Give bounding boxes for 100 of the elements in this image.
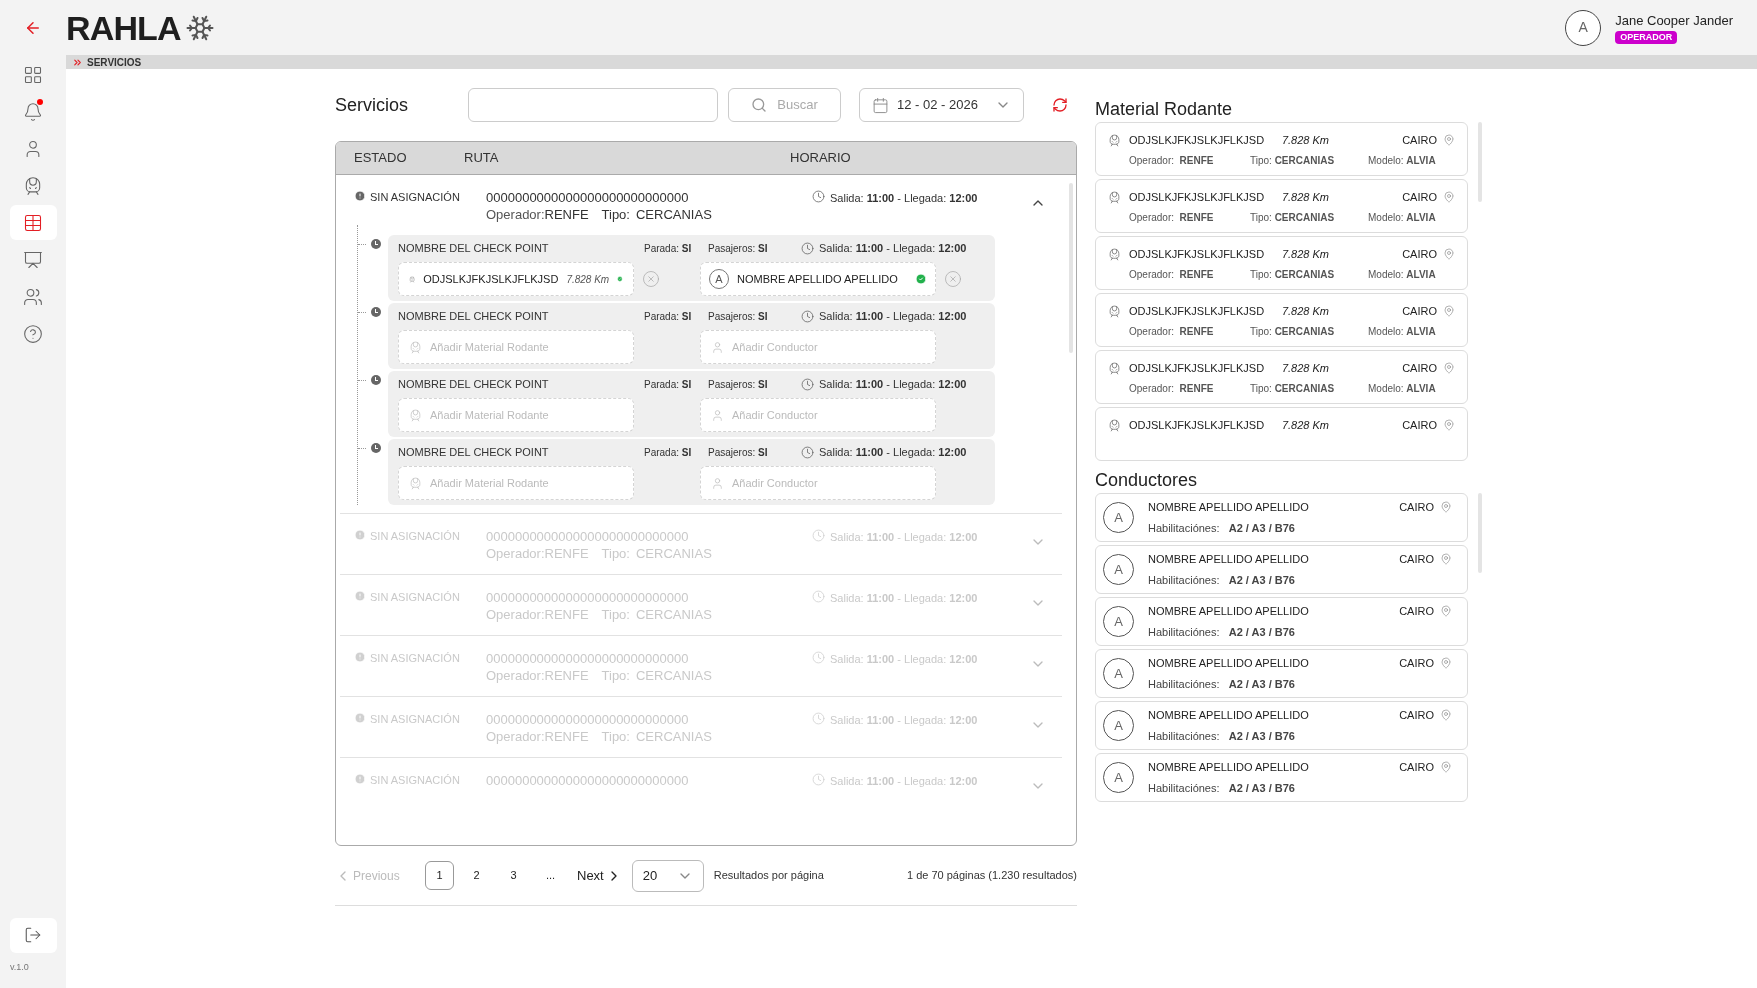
checkpoint-name: NOMBRE DEL CHECK POINT <box>398 444 550 460</box>
material-code: ODJSLKJFKJSLKJFLKJSD <box>423 271 559 287</box>
city-text: CAIRO <box>1402 304 1437 319</box>
material-card[interactable]: ODJSLKJFKJSLKJFLKJSD 7.828 Km CAIRO Operador: RENFE Tipo: CERCANIAS Modelo: ALVIA <box>1095 350 1468 404</box>
operator-label: Operador: <box>486 206 545 223</box>
city-text: CAIRO <box>1402 190 1437 205</box>
version-label: v.1.0 <box>10 960 29 974</box>
placeholder-text: Añadir Material Rodante <box>430 407 549 423</box>
page-button[interactable]: 3 <box>499 861 528 890</box>
operator-text: Operador: RENFE <box>1129 324 1215 339</box>
city-text: CAIRO <box>1399 707 1434 723</box>
checkpoint-name: NOMBRE DEL CHECK POINT <box>398 308 550 324</box>
licenses-text: Habilitaciónes: A2 / A3 / B76 <box>1148 625 1296 640</box>
operator-value: RENFE <box>544 206 590 223</box>
licenses-text: Habilitaciónes: A2 / A3 / B76 <box>1148 677 1296 692</box>
city-text: CAIRO <box>1402 247 1437 262</box>
stop-text: Parada: SI <box>644 241 693 256</box>
driver-card[interactable]: A NOMBRE APELLIDO APELLIDO CAIRO Habilitaciónes: A2 / A3 / B76 <box>1095 597 1468 646</box>
stop-text: Parada: SI <box>644 445 693 460</box>
driver-card[interactable]: A NOMBRE APELLIDO APELLIDO CAIRO Habilitaciónes: A2 / A3 / B76 <box>1095 649 1468 698</box>
results-summary: 1 de 70 páginas (1.230 resultados) <box>907 868 1077 884</box>
material-card[interactable]: ODJSLKJFKJSLKJFLKJSD 7.828 Km CAIRO <box>1095 407 1468 461</box>
schedule-text: Salida: 11:00 - Llegada: 12:00 <box>819 444 967 460</box>
page-size-select[interactable]: 20 <box>631 859 704 892</box>
type-text: Tipo: CERCANIAS <box>1250 267 1336 282</box>
date-picker[interactable]: 12 - 02 - 2026 <box>859 88 1024 122</box>
placeholder-text: Añadir Conductor <box>732 475 818 491</box>
model-text: Modelo: ALVIA <box>1368 210 1436 225</box>
passengers-text: Pasajeros: SI <box>708 241 769 256</box>
material-card[interactable]: ODJSLKJFKJSLKJFLKJSD 7.828 Km CAIRO Operador: RENFE Tipo: CERCANIAS Modelo: ALVIA <box>1095 236 1468 290</box>
route-code: 0000000000000000000000000000 <box>486 189 690 206</box>
material-code: ODJSLKJFKJSLKJFLKJSD <box>1129 247 1266 262</box>
column-header: RUTA <box>464 149 500 168</box>
driver-name: NOMBRE APELLIDO APELLIDO <box>1148 499 1310 515</box>
placeholder-text: Añadir Conductor <box>732 339 818 355</box>
operator-text: Operador: RENFE <box>1129 153 1215 168</box>
licenses-text: Habilitaciónes: A2 / A3 / B76 <box>1148 573 1296 588</box>
material-card[interactable]: ODJSLKJFKJSLKJFLKJSD 7.828 Km CAIRO Operador: RENFE Tipo: CERCANIAS Modelo: ALVIA <box>1095 179 1468 233</box>
stop-text: Parada: SI <box>644 377 693 392</box>
panel-title: Material Rodante <box>1095 98 1234 121</box>
distance-text: 7.828 Km <box>1280 247 1329 262</box>
schedule-text: Salida: 11:00 - Llegada: 12:00 <box>819 376 967 392</box>
assigned-material-field[interactable]: ODJSLKJFKJSLKJFLKJSD 7.828 Km <box>398 262 634 296</box>
status-text: SIN ASIGNACIÓN <box>370 190 460 205</box>
licenses-text: Habilitaciónes: A2 / A3 / B76 <box>1148 781 1296 796</box>
page-button[interactable]: 1 <box>425 861 454 890</box>
model-text: Modelo: ALVIA <box>1368 267 1436 282</box>
city-text: CAIRO <box>1399 551 1434 567</box>
driver-card[interactable]: A NOMBRE APELLIDO APELLIDO CAIRO Habilitaciónes: A2 / A3 / B76 <box>1095 701 1468 750</box>
page-size-label: Resultados por página <box>713 868 824 884</box>
breadcrumb-text: SERVICIOS <box>87 55 142 70</box>
type-value: CERCANIAS <box>635 206 712 223</box>
operator-text: Operador: RENFE <box>1129 381 1215 396</box>
checkpoint-name: NOMBRE DEL CHECK POINT <box>398 376 550 392</box>
placeholder-text: Añadir Material Rodante <box>430 339 549 355</box>
material-code: ODJSLKJFKJSLKJFLKJSD <box>1129 133 1266 148</box>
distance-text: 7.828 Km <box>1280 190 1329 205</box>
city-text: CAIRO <box>1399 603 1434 619</box>
material-code: ODJSLKJFKJSLKJFLKJSD <box>1129 190 1266 205</box>
placeholder-text: Añadir Material Rodante <box>430 475 549 491</box>
schedule-text: Salida: 11:00 - Llegada: 12:00 <box>819 308 967 324</box>
checkpoint-name: NOMBRE DEL CHECK POINT <box>398 240 550 256</box>
passengers-text: Pasajeros: SI <box>708 377 769 392</box>
panel-title: Conductores <box>1095 469 1199 492</box>
driver-card[interactable]: A NOMBRE APELLIDO APELLIDO CAIRO Habilitaciónes: A2 / A3 / B76 <box>1095 493 1468 542</box>
distance-text: 7.828 Km <box>1280 133 1329 148</box>
assigned-driver-field[interactable]: A NOMBRE APELLIDO APELLIDO <box>700 262 936 296</box>
licenses-text: Habilitaciónes: A2 / A3 / B76 <box>1148 729 1296 744</box>
operator-text: Operador: RENFE <box>1129 210 1215 225</box>
model-text: Modelo: ALVIA <box>1368 324 1436 339</box>
driver-name: NOMBRE APELLIDO APELLIDO <box>1148 603 1310 619</box>
stop-text: Parada: SI <box>644 309 693 324</box>
city-text: CAIRO <box>1399 759 1434 775</box>
material-code: ODJSLKJFKJSLKJFLKJSD <box>1129 304 1266 319</box>
page-button[interactable]: 2 <box>462 861 491 890</box>
city-text: CAIRO <box>1402 133 1437 148</box>
driver-card[interactable]: A NOMBRE APELLIDO APELLIDO CAIRO Habilitaciónes: A2 / A3 / B76 <box>1095 753 1468 802</box>
driver-name: NOMBRE APELLIDO APELLIDO <box>1148 655 1310 671</box>
distance-text: 7.828 Km <box>566 272 610 287</box>
type-text: Tipo: CERCANIAS <box>1250 210 1336 225</box>
material-card[interactable]: ODJSLKJFKJSLKJFLKJSD 7.828 Km CAIRO Operador: RENFE Tipo: CERCANIAS Modelo: ALVIA <box>1095 293 1468 347</box>
driver-name: NOMBRE APELLIDO APELLIDO <box>1148 551 1310 567</box>
material-card[interactable]: ODJSLKJFKJSLKJFLKJSD 7.828 Km CAIRO Operador: RENFE Tipo: CERCANIAS Modelo: ALVIA <box>1095 122 1468 176</box>
page-title: Servicios <box>335 93 410 117</box>
material-code: ODJSLKJFKJSLKJFLKJSD <box>1129 418 1266 433</box>
next-button[interactable]: Next <box>577 865 622 886</box>
type-label: Tipo: <box>601 206 630 223</box>
page-button[interactable]: ... <box>536 861 565 890</box>
driver-card[interactable]: A NOMBRE APELLIDO APELLIDO CAIRO Habilitaciónes: A2 / A3 / B76 <box>1095 545 1468 594</box>
type-text: Tipo: CERCANIAS <box>1250 324 1336 339</box>
city-text: CAIRO <box>1402 418 1437 433</box>
model-text: Modelo: ALVIA <box>1368 381 1436 396</box>
column-header: ESTADO <box>353 149 408 168</box>
operator-text: Operador: RENFE <box>1129 267 1215 282</box>
city-text: CAIRO <box>1402 361 1437 376</box>
schedule-text: Salida: 11:00 - Llegada: 12:00 <box>830 191 978 206</box>
logo-text: RAHLA <box>66 10 181 45</box>
schedule-text: Salida: 11:00 - Llegada: 12:00 <box>819 240 967 256</box>
distance-text: 7.828 Km <box>1280 361 1329 376</box>
passengers-text: Pasajeros: SI <box>708 309 769 324</box>
